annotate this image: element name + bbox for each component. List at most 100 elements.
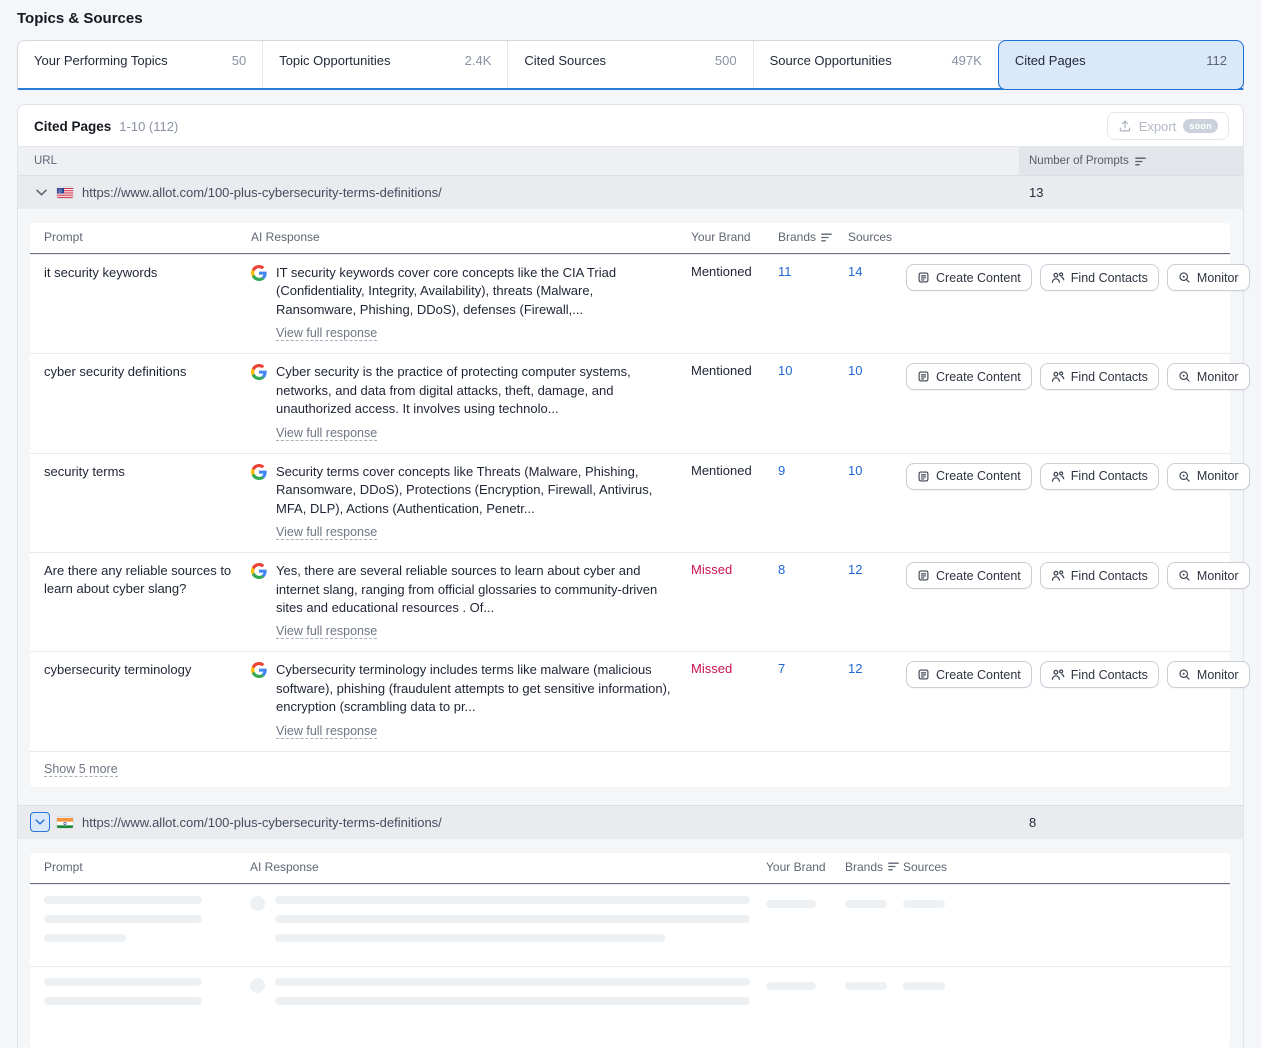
create-content-button[interactable]: Create Content: [906, 363, 1032, 390]
find-contacts-label: Find Contacts: [1071, 569, 1148, 583]
panel-title: Cited Pages: [34, 119, 111, 134]
your-brand-status: Mentioned: [691, 264, 752, 279]
people-icon: [1051, 370, 1065, 383]
india-flag: [57, 817, 73, 828]
prompt-row: cyber security definitions Cyber securit…: [30, 353, 1230, 452]
view-full-response-link[interactable]: View full response: [276, 426, 377, 441]
monitor-button[interactable]: Monitor: [1167, 562, 1250, 589]
sources-count-link[interactable]: 10: [848, 463, 862, 478]
show-more-link[interactable]: Show 5 more: [44, 762, 118, 777]
find-contacts-button[interactable]: Find Contacts: [1040, 264, 1159, 291]
find-contacts-button[interactable]: Find Contacts: [1040, 463, 1159, 490]
view-full-response-link[interactable]: View full response: [276, 525, 377, 540]
document-icon: [917, 271, 930, 284]
tab-label: Your Performing Topics: [34, 53, 168, 68]
prompt-text: it security keywords: [44, 265, 157, 280]
tab-count: 112: [1206, 53, 1227, 68]
create-content-button[interactable]: Create Content: [906, 661, 1032, 688]
export-button[interactable]: Export soon: [1107, 112, 1229, 140]
cited-page-url[interactable]: https://www.allot.com/100-plus-cybersecu…: [82, 815, 442, 830]
cited-page-url[interactable]: https://www.allot.com/100-plus-cybersecu…: [82, 185, 442, 200]
loading-avatar-placeholder: [250, 896, 265, 911]
loading-skeleton-row: [30, 966, 1230, 1048]
google-icon: [251, 662, 267, 678]
your-brand-status: Mentioned: [691, 363, 752, 378]
cited-page-row-india[interactable]: https://www.allot.com/100-plus-cybersecu…: [18, 805, 1243, 839]
monitor-lens-icon: [1178, 470, 1191, 483]
sources-column-header: Sources: [903, 860, 1230, 874]
cited-page-prompt-count: 13: [1019, 185, 1243, 200]
your-brand-status: Missed: [691, 661, 732, 676]
brands-column-header[interactable]: Brands: [845, 860, 903, 874]
create-content-button[interactable]: Create Content: [906, 264, 1032, 291]
monitor-button[interactable]: Monitor: [1167, 463, 1250, 490]
ai-response-text: Cyber security is the practice of protec…: [276, 363, 675, 418]
cited-pages-panel: Cited Pages 1-10 (112) Export soon URL N…: [17, 104, 1244, 1048]
soon-badge: soon: [1183, 119, 1218, 133]
tab-cited-sources[interactable]: Cited Sources 500: [508, 41, 753, 88]
tab-topic-opportunities[interactable]: Topic Opportunities 2.4K: [263, 41, 508, 88]
cited-page-india-details: Prompt AI Response Your Brand Brands Sou…: [18, 839, 1243, 1048]
brands-count-link[interactable]: 8: [778, 562, 785, 577]
view-full-response-link[interactable]: View full response: [276, 326, 377, 341]
create-content-label: Create Content: [936, 569, 1021, 583]
find-contacts-label: Find Contacts: [1071, 271, 1148, 285]
create-content-label: Create Content: [936, 469, 1021, 483]
brands-count-link[interactable]: 7: [778, 661, 785, 676]
brands-count-link[interactable]: 9: [778, 463, 785, 478]
your-brand-status: Mentioned: [691, 463, 752, 478]
prompts-table-header: Prompt AI Response Your Brand Brands Sou…: [30, 853, 1230, 884]
view-full-response-link[interactable]: View full response: [276, 624, 377, 639]
monitor-lens-icon: [1178, 370, 1191, 383]
chevron-down-icon[interactable]: [30, 812, 50, 832]
find-contacts-button[interactable]: Find Contacts: [1040, 661, 1159, 688]
find-contacts-button[interactable]: Find Contacts: [1040, 562, 1159, 589]
create-content-label: Create Content: [936, 271, 1021, 285]
tab-source-opportunities[interactable]: Source Opportunities 497K: [754, 41, 999, 88]
url-column-header: URL: [18, 147, 1019, 175]
google-icon: [251, 364, 267, 380]
cited-page-row-us[interactable]: https://www.allot.com/100-plus-cybersecu…: [18, 175, 1243, 209]
prompt-text: Are there any reliable sources to learn …: [44, 563, 231, 596]
export-label: Export: [1139, 119, 1177, 134]
monitor-button[interactable]: Monitor: [1167, 661, 1250, 688]
create-content-button[interactable]: Create Content: [906, 463, 1032, 490]
sources-count-link[interactable]: 12: [848, 661, 862, 676]
tab-cited-pages[interactable]: Cited Pages 112: [998, 40, 1244, 90]
upload-icon: [1118, 119, 1132, 133]
page-title: Topics & Sources: [17, 10, 1261, 27]
prompts-table-loading: Prompt AI Response Your Brand Brands Sou…: [30, 853, 1230, 1048]
brands-count-link[interactable]: 10: [778, 363, 792, 378]
monitor-button[interactable]: Monitor: [1167, 264, 1250, 291]
find-contacts-label: Find Contacts: [1071, 668, 1148, 682]
number-of-prompts-column-header[interactable]: Number of Prompts: [1019, 147, 1243, 175]
document-icon: [917, 370, 930, 383]
us-flag: [57, 187, 73, 198]
monitor-label: Monitor: [1197, 569, 1239, 583]
sources-count-link[interactable]: 10: [848, 363, 862, 378]
brands-column-header[interactable]: Brands: [778, 230, 848, 244]
chevron-down-icon[interactable]: [34, 189, 48, 196]
google-icon: [251, 464, 267, 480]
tab-your-performing-topics[interactable]: Your Performing Topics 50: [18, 41, 263, 88]
sort-descending-icon: [888, 862, 899, 871]
your-brand-column-header: Your Brand: [766, 860, 845, 874]
sources-count-link[interactable]: 12: [848, 562, 862, 577]
number-of-prompts-label: Number of Prompts: [1029, 155, 1129, 167]
tab-count: 497K: [951, 53, 981, 68]
create-content-button[interactable]: Create Content: [906, 562, 1032, 589]
view-full-response-link[interactable]: View full response: [276, 724, 377, 739]
monitor-button[interactable]: Monitor: [1167, 363, 1250, 390]
tab-label: Cited Sources: [524, 53, 606, 68]
people-icon: [1051, 470, 1065, 483]
prompt-column-header: Prompt: [30, 230, 251, 244]
tab-label: Cited Pages: [1015, 53, 1086, 68]
sources-count-link[interactable]: 14: [848, 264, 862, 279]
tab-label: Source Opportunities: [770, 53, 892, 68]
panel-header: Cited Pages 1-10 (112) Export soon: [18, 105, 1243, 146]
brands-count-link[interactable]: 11: [778, 264, 792, 279]
monitor-lens-icon: [1178, 569, 1191, 582]
find-contacts-button[interactable]: Find Contacts: [1040, 363, 1159, 390]
your-brand-status: Missed: [691, 562, 732, 577]
prompts-table: Prompt AI Response Your Brand Brands Sou…: [30, 223, 1230, 787]
